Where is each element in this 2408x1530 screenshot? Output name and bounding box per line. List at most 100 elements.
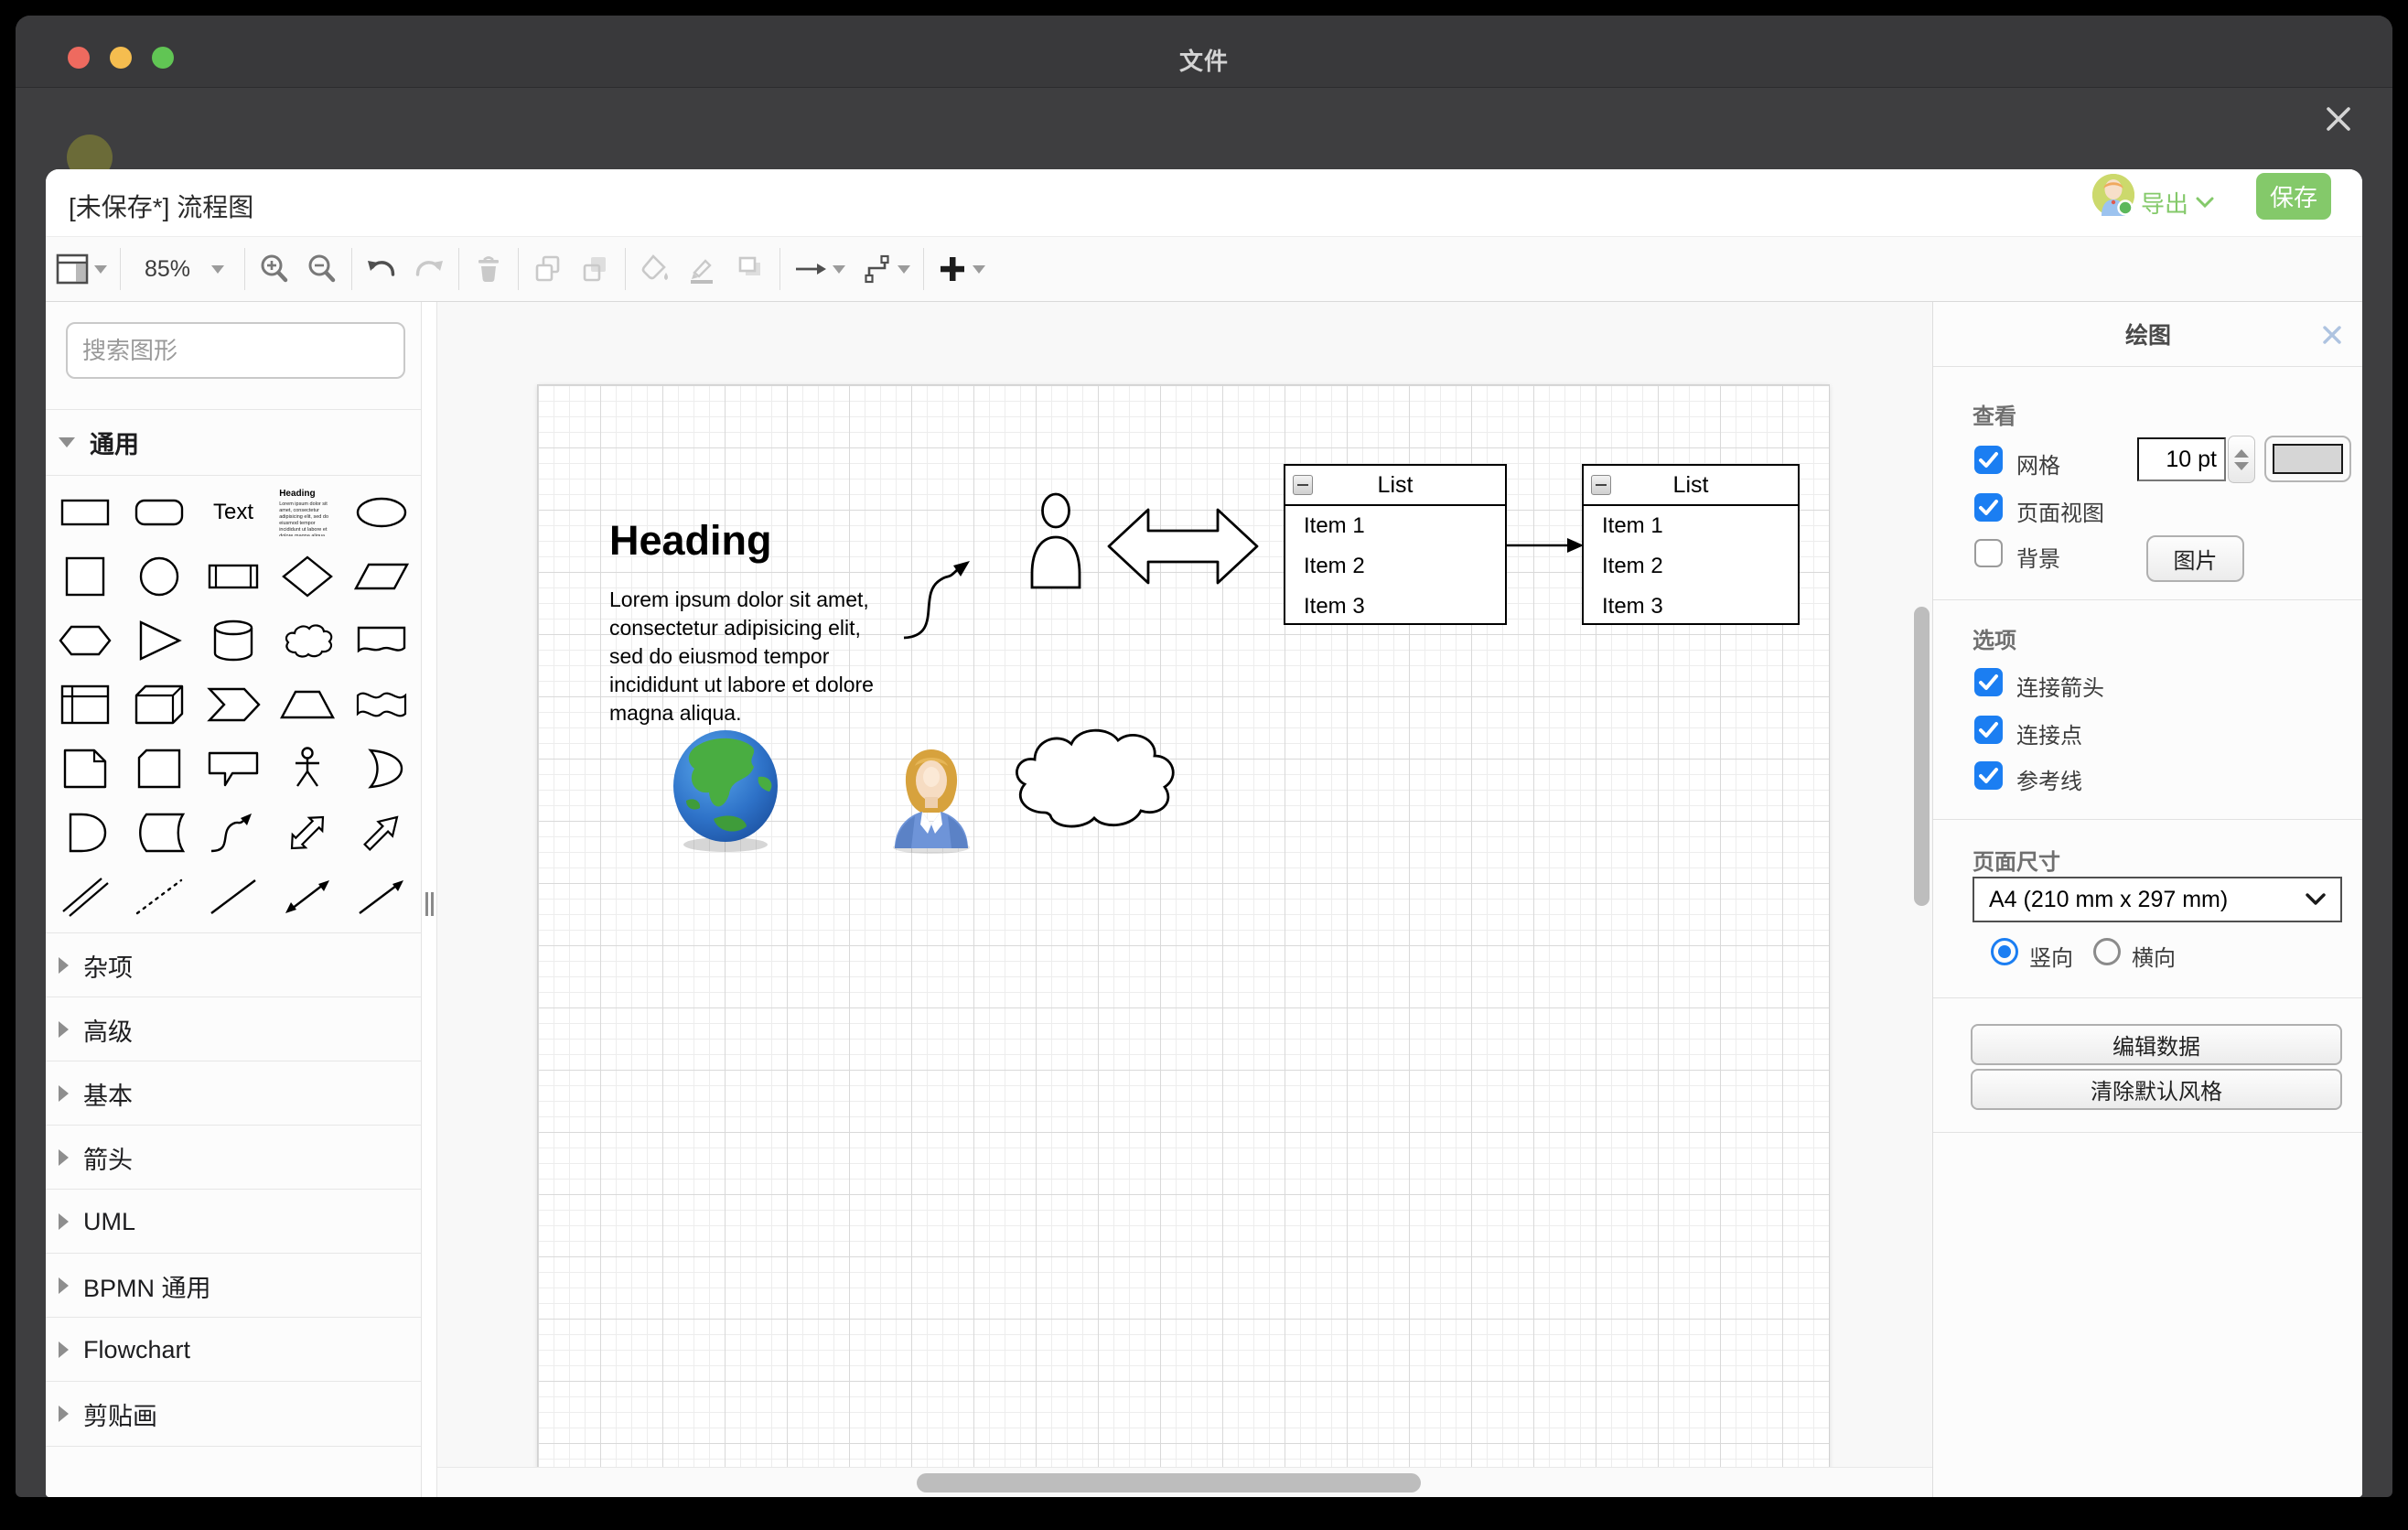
shape-step[interactable] bbox=[201, 676, 265, 733]
connection-arrows-checkbox[interactable] bbox=[1974, 668, 2003, 696]
globe-clipart[interactable] bbox=[668, 729, 783, 854]
shape-bidirectional-arrow[interactable] bbox=[275, 804, 339, 861]
user-avatar[interactable] bbox=[2092, 174, 2134, 216]
delete-button[interactable] bbox=[465, 246, 512, 292]
shape-directional-connector[interactable] bbox=[349, 868, 414, 925]
curved-arrow-shape[interactable] bbox=[898, 546, 983, 643]
stepper-down-icon[interactable] bbox=[2234, 462, 2249, 470]
clear-default-style-button[interactable]: 清除默认风格 bbox=[1971, 1069, 2342, 1110]
export-button[interactable]: 导出 bbox=[2141, 180, 2214, 224]
grid-checkbox[interactable] bbox=[1974, 446, 2003, 474]
shape-hexagon[interactable] bbox=[53, 612, 117, 669]
undo-button[interactable] bbox=[358, 246, 405, 292]
shape-internal-storage[interactable] bbox=[53, 676, 117, 733]
shape-actor[interactable] bbox=[275, 740, 339, 797]
zoom-in-button[interactable] bbox=[251, 246, 298, 292]
sidebar-section-basic[interactable]: 基本 bbox=[46, 1061, 421, 1126]
list-item[interactable]: Item 2 bbox=[1584, 546, 1798, 587]
connection-style-button[interactable] bbox=[786, 246, 853, 292]
person-shape[interactable] bbox=[1026, 491, 1086, 589]
shape-diamond[interactable] bbox=[275, 548, 339, 605]
line-color-button[interactable] bbox=[679, 246, 726, 292]
shape-text[interactable]: Text bbox=[201, 484, 265, 541]
page-size-select[interactable]: A4 (210 mm x 297 mm) bbox=[1973, 877, 2342, 922]
shape-process[interactable] bbox=[201, 548, 265, 605]
to-back-button[interactable] bbox=[572, 246, 619, 292]
landscape-radio[interactable] bbox=[2093, 938, 2121, 965]
shape-dotted-line[interactable] bbox=[127, 868, 191, 925]
vertical-scrollbar[interactable] bbox=[1914, 607, 1930, 906]
shape-arrow[interactable] bbox=[349, 804, 414, 861]
horizontal-scrollbar[interactable] bbox=[917, 1473, 1421, 1492]
shape-tape[interactable] bbox=[349, 676, 414, 733]
drawing-page[interactable]: Heading Lorem ipsum dolor sit amet, cons… bbox=[538, 385, 1829, 1467]
shape-cloud[interactable] bbox=[275, 612, 339, 669]
shape-callout[interactable] bbox=[201, 740, 265, 797]
diagram-canvas[interactable]: Heading Lorem ipsum dolor sit amet, cons… bbox=[437, 302, 1932, 1467]
connection-points-checkbox[interactable] bbox=[1974, 716, 2003, 744]
zoom-level-button[interactable]: 85% bbox=[126, 246, 239, 292]
cloud-shape[interactable] bbox=[1006, 722, 1180, 838]
sidebar-section-bpmn[interactable]: BPMN 通用 bbox=[46, 1254, 421, 1318]
shape-cube[interactable] bbox=[127, 676, 191, 733]
shape-square[interactable] bbox=[53, 548, 117, 605]
double-arrow-shape[interactable] bbox=[1106, 491, 1260, 602]
stepper-up-icon[interactable] bbox=[2234, 449, 2249, 458]
sidebar-section-arrows[interactable]: 箭头 bbox=[46, 1126, 421, 1190]
shape-bidirectional-connector[interactable] bbox=[275, 868, 339, 925]
list-item[interactable]: Item 2 bbox=[1285, 546, 1505, 587]
shape-card[interactable] bbox=[127, 740, 191, 797]
woman-clipart[interactable] bbox=[887, 740, 975, 854]
grid-size-stepper[interactable] bbox=[2228, 436, 2255, 483]
edit-data-button[interactable]: 编辑数据 bbox=[1971, 1024, 2342, 1065]
sidebar-section-general[interactable]: 通用 bbox=[46, 410, 421, 474]
sidebar-section-advanced[interactable]: 高级 bbox=[46, 997, 421, 1061]
shape-circle[interactable] bbox=[127, 548, 191, 605]
close-icon[interactable] bbox=[2325, 105, 2352, 133]
sidebar-section-flowchart[interactable]: Flowchart bbox=[46, 1318, 421, 1382]
shape-and[interactable] bbox=[53, 804, 117, 861]
list-item[interactable]: Item 3 bbox=[1285, 587, 1505, 627]
shape-ellipse[interactable] bbox=[349, 484, 414, 541]
fill-color-button[interactable] bbox=[631, 246, 679, 292]
sidebar-section-misc[interactable]: 杂项 bbox=[46, 933, 421, 997]
shape-note[interactable] bbox=[53, 740, 117, 797]
grid-color-swatch[interactable] bbox=[2264, 436, 2351, 482]
list-item[interactable]: Item 3 bbox=[1584, 587, 1798, 627]
list-shape[interactable]: List Item 1 Item 2 Item 3 bbox=[1582, 464, 1800, 625]
shape-rounded-rectangle[interactable] bbox=[127, 484, 191, 541]
sidebar-section-clipart[interactable]: 剪贴画 bbox=[46, 1382, 421, 1446]
portrait-radio[interactable] bbox=[1991, 938, 2018, 965]
grid-size-input[interactable] bbox=[2137, 437, 2226, 481]
shape-link[interactable] bbox=[53, 868, 117, 925]
waypoint-style-button[interactable] bbox=[853, 246, 918, 292]
panel-close-icon[interactable] bbox=[2321, 324, 2343, 346]
shape-curve[interactable] bbox=[201, 804, 265, 861]
save-button[interactable]: 保存 bbox=[2256, 173, 2331, 220]
list-item[interactable]: Item 1 bbox=[1285, 506, 1505, 546]
list-item[interactable]: Item 1 bbox=[1584, 506, 1798, 546]
insert-button[interactable] bbox=[930, 246, 993, 292]
guides-checkbox[interactable] bbox=[1974, 761, 2003, 790]
collapse-icon[interactable] bbox=[1591, 475, 1611, 495]
zoom-out-button[interactable] bbox=[298, 246, 346, 292]
background-checkbox[interactable] bbox=[1974, 539, 2003, 567]
shape-or[interactable] bbox=[349, 740, 414, 797]
shape-triangle[interactable] bbox=[127, 612, 191, 669]
sidebar-resize-gutter[interactable] bbox=[421, 302, 437, 1497]
shape-document[interactable] bbox=[349, 612, 414, 669]
shape-parallelogram[interactable] bbox=[349, 548, 414, 605]
page-view-checkbox[interactable] bbox=[1974, 493, 2003, 522]
canvas-heading-text[interactable]: Heading bbox=[609, 517, 772, 565]
shape-cylinder[interactable] bbox=[201, 612, 265, 669]
shape-rectangle[interactable] bbox=[53, 484, 117, 541]
shape-line[interactable] bbox=[201, 868, 265, 925]
gutter-handle-icon[interactable] bbox=[425, 892, 434, 916]
search-input[interactable] bbox=[82, 337, 389, 365]
redo-button[interactable] bbox=[405, 246, 453, 292]
shape-textbox[interactable]: Heading Lorem ipsum dolor sit amet, cons… bbox=[275, 484, 339, 541]
list-shape[interactable]: List Item 1 Item 2 Item 3 bbox=[1284, 464, 1507, 625]
view-format-button[interactable] bbox=[48, 246, 114, 292]
shape-trapezoid[interactable] bbox=[275, 676, 339, 733]
shadow-button[interactable] bbox=[726, 246, 774, 292]
